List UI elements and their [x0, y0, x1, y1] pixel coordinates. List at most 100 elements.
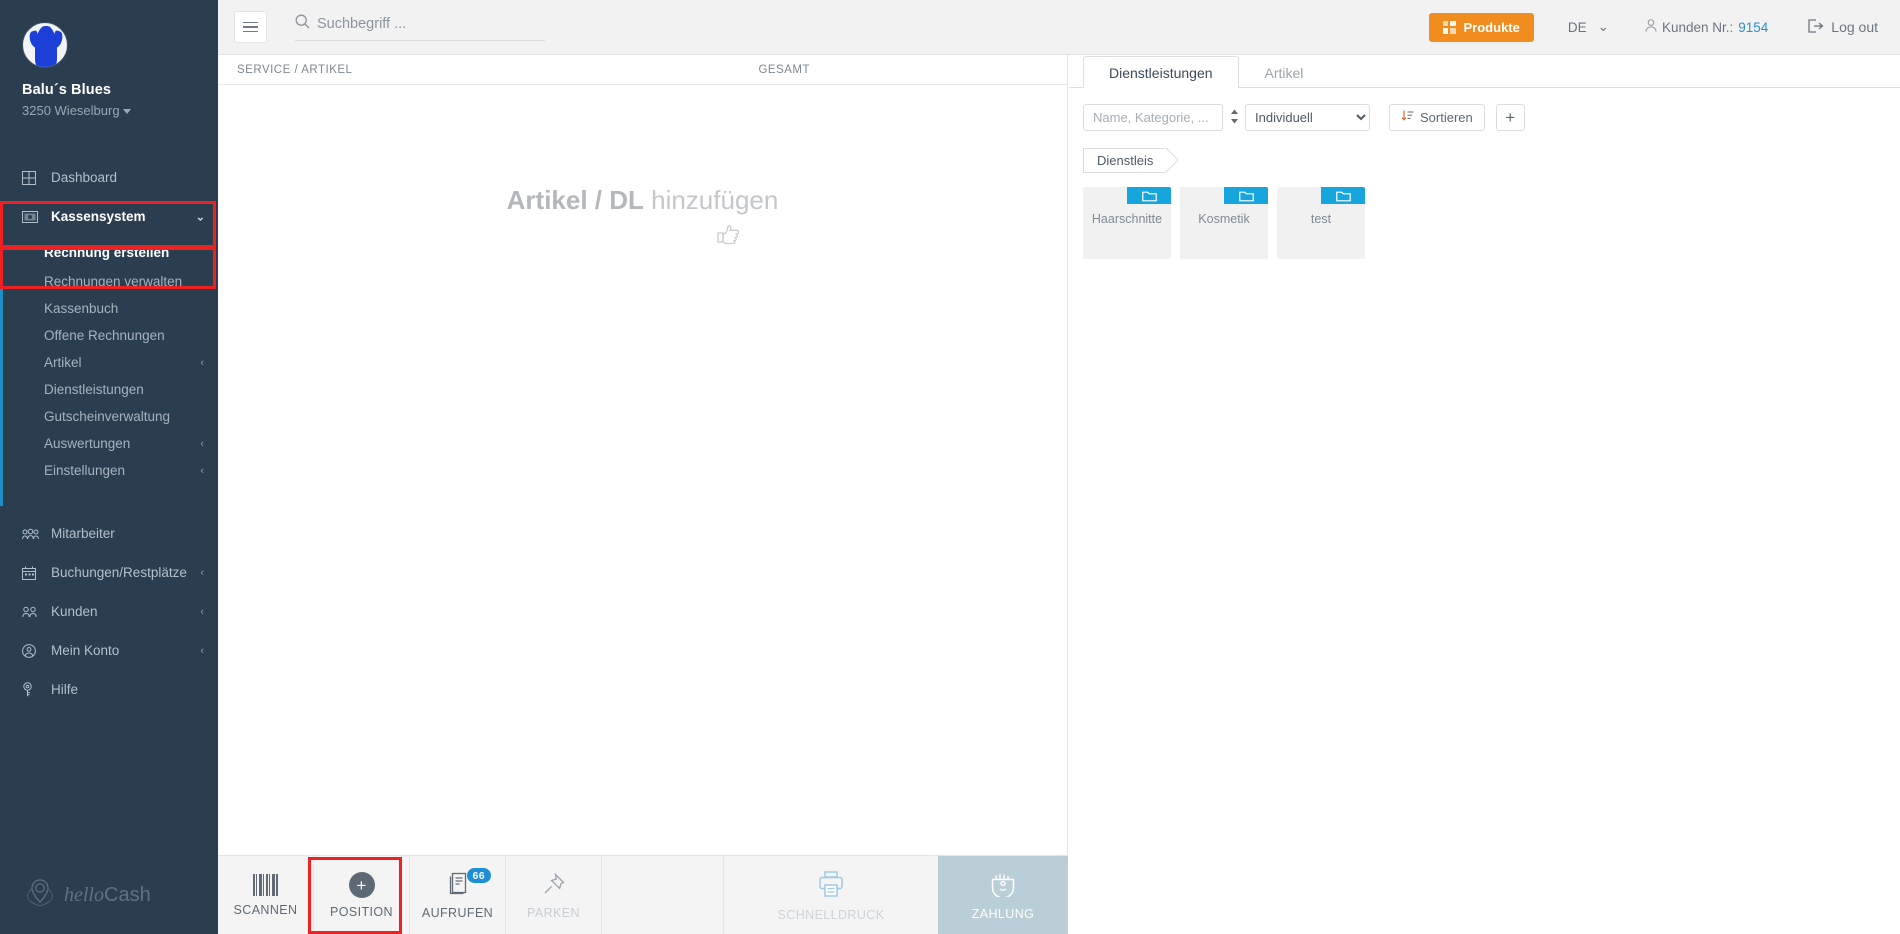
catalog-category-select[interactable]: Individuell: [1245, 104, 1370, 131]
payment-hand-icon: [989, 871, 1017, 900]
sidebar-subitem-offene-rechnungen[interactable]: Offene Rechnungen: [3, 322, 218, 349]
sidebar-item-mein-konto[interactable]: Mein Konto ‹: [0, 631, 218, 670]
bottom-button-scannen[interactable]: SCANNEN: [218, 856, 314, 934]
bottom-button-label: SCANNEN: [233, 903, 298, 917]
brand-block[interactable]: Balu´s Blues 3250 Wieselburg: [0, 0, 218, 158]
sidebar-item-label: Dashboard: [51, 170, 118, 185]
sidebar-item-kunden[interactable]: Kunden ‹: [0, 592, 218, 631]
sidebar-subitem-auswertungen[interactable]: Auswertungen ‹: [3, 430, 218, 457]
sidebar-item-dashboard[interactable]: Dashboard: [0, 158, 218, 197]
cart-empty-bold: Artikel / DL: [506, 185, 644, 215]
pin-icon: [542, 872, 566, 899]
bottom-button-aufrufen[interactable]: 66 AUFRUFEN: [410, 856, 506, 934]
cart-panel: SERVICE / ARTIKEL GESAMT Artikel / DL hi…: [218, 55, 1068, 855]
pointing-hand-icon: [390, 221, 1067, 252]
bottom-button-position[interactable]: + POSITION: [314, 856, 410, 934]
sidebar-item-label: Hilfe: [51, 682, 79, 697]
hellocash-logo: helloCash: [24, 878, 151, 912]
sidebar-item-label: Mitarbeiter: [51, 526, 115, 541]
search-box[interactable]: [295, 14, 545, 41]
cart-empty-rest: hinzufügen: [643, 185, 779, 215]
kassensystem-submenu: Rechnung erstellen Rechnungen verwalten …: [0, 236, 218, 506]
logout-button[interactable]: Log out: [1808, 18, 1878, 36]
top-bar: Produkte DE ⌄ Kunden Nr.: 9154 Log out: [218, 0, 1900, 55]
bottom-button-zahlung[interactable]: ZAHLUNG: [938, 856, 1068, 934]
folder-icon: [1127, 187, 1171, 204]
sidebar: Balu´s Blues 3250 Wieselburg Dashboard K…: [0, 0, 218, 934]
sidebar-subitem-kassenbuch[interactable]: Kassenbuch: [3, 295, 218, 322]
sidebar-item-label: Kassensystem: [51, 209, 146, 224]
bottom-button-label: POSITION: [330, 905, 393, 919]
sidebar-item-label: Kunden: [51, 604, 98, 619]
chevron-down-icon: ⌄: [195, 211, 205, 223]
calendar-icon: [22, 566, 42, 580]
cart-empty-headline: Artikel / DL hinzufügen: [218, 185, 1067, 216]
breadcrumb[interactable]: Dienstleis: [1083, 148, 1167, 173]
sort-button[interactable]: Sortieren: [1389, 104, 1485, 131]
sidebar-subitem-label: Dienstleistungen: [44, 382, 144, 397]
folder-card-haarschnitte[interactable]: Haarschnitte: [1083, 187, 1171, 259]
sidebar-item-kassensystem[interactable]: Kassensystem ⌄: [0, 197, 218, 236]
customer-number[interactable]: Kunden Nr.: 9154: [1645, 19, 1768, 35]
chevron-right-icon: ‹: [200, 356, 204, 369]
search-icon: [295, 14, 310, 34]
sidebar-subitem-label: Kassenbuch: [44, 301, 119, 316]
cart-header-row: SERVICE / ARTIKEL GESAMT: [218, 55, 1067, 85]
sidebar-subitem-label: Rechnungen verwalten: [44, 274, 183, 289]
sidebar-subitem-gutscheinverwaltung[interactable]: Gutscheinverwaltung: [3, 403, 218, 430]
account-circle-icon: [22, 643, 42, 658]
grid-squares-icon: [1442, 20, 1456, 34]
sort-updown-icon[interactable]: [1223, 109, 1245, 126]
sidebar-item-buchungen[interactable]: Buchungen/Restplätze ‹: [0, 553, 218, 592]
tab-label: Dienstleistungen: [1109, 64, 1213, 81]
sidebar-subitem-rechnung-erstellen[interactable]: Rechnung erstellen: [3, 236, 218, 268]
hamburger-icon[interactable]: [234, 11, 267, 43]
sidebar-subitem-label: Rechnung erstellen: [44, 244, 170, 260]
catalog-name-filter-input[interactable]: [1083, 104, 1223, 131]
folder-name: Haarschnitte: [1091, 212, 1163, 226]
sidebar-subitem-dienstleistungen[interactable]: Dienstleistungen: [3, 376, 218, 403]
produkte-button[interactable]: Produkte: [1428, 12, 1534, 42]
hellocash-word-hello: hello: [64, 883, 104, 906]
hellocash-word-cash: Cash: [104, 883, 151, 906]
cash-note-icon: [22, 210, 42, 223]
bottom-button-label: SCHNELLDRUCK: [777, 907, 885, 922]
tab-dienstleistungen[interactable]: Dienstleistungen: [1083, 56, 1239, 88]
sidebar-subitem-label: Offene Rechnungen: [44, 328, 165, 343]
folder-card-test[interactable]: test: [1277, 187, 1365, 259]
add-item-button[interactable]: +: [1495, 104, 1525, 131]
sidebar-item-hilfe[interactable]: Hilfe: [0, 670, 218, 709]
chevron-right-icon: ‹: [200, 566, 204, 579]
chevron-right-icon: ‹: [200, 644, 204, 657]
bottom-bar-spacer: [602, 856, 724, 934]
brand-location[interactable]: 3250 Wieselburg: [22, 103, 218, 118]
sidebar-subitem-rechnungen-verwalten[interactable]: Rechnungen verwalten: [3, 268, 218, 295]
tab-artikel[interactable]: Artikel: [1239, 56, 1330, 88]
sidebar-item-label: Mein Konto: [51, 643, 120, 658]
chevron-right-icon: ‹: [200, 605, 204, 618]
brand-location-label: 3250 Wieselburg: [22, 103, 120, 118]
sidebar-subitem-einstellungen[interactable]: Einstellungen ‹: [3, 457, 218, 484]
catalog-filter-row: Individuell Sortieren +: [1069, 88, 1900, 131]
bottom-button-label: ZAHLUNG: [971, 906, 1035, 921]
sidebar-subitem-label: Einstellungen: [44, 463, 126, 478]
folder-name: test: [1310, 212, 1332, 226]
search-input[interactable]: [317, 15, 517, 32]
status-badge: 66: [466, 868, 491, 883]
produkte-label: Produkte: [1463, 19, 1520, 35]
plus-icon: +: [1505, 107, 1516, 127]
bottom-button-label: AUFRUFEN: [421, 906, 494, 920]
folder-card-kosmetik[interactable]: Kosmetik: [1180, 187, 1268, 259]
bottom-action-bar: SCANNEN + POSITION 66 AUFRUFEN PARKEN SC…: [218, 855, 1068, 934]
sidebar-item-mitarbeiter[interactable]: Mitarbeiter: [0, 514, 218, 553]
tab-label: Artikel: [1264, 64, 1304, 81]
sidebar-subitem-artikel[interactable]: Artikel ‹: [3, 349, 218, 376]
language-label: DE: [1567, 19, 1587, 35]
plus-circle-icon: +: [348, 872, 375, 898]
cart-col-service: SERVICE / ARTIKEL: [237, 63, 353, 76]
barcode-icon: [252, 874, 279, 896]
caret-down-icon: [122, 109, 131, 115]
printer-icon: [816, 870, 846, 901]
hellocash-pin-icon: [27, 879, 53, 907]
language-selector[interactable]: DE ⌄: [1568, 19, 1609, 35]
